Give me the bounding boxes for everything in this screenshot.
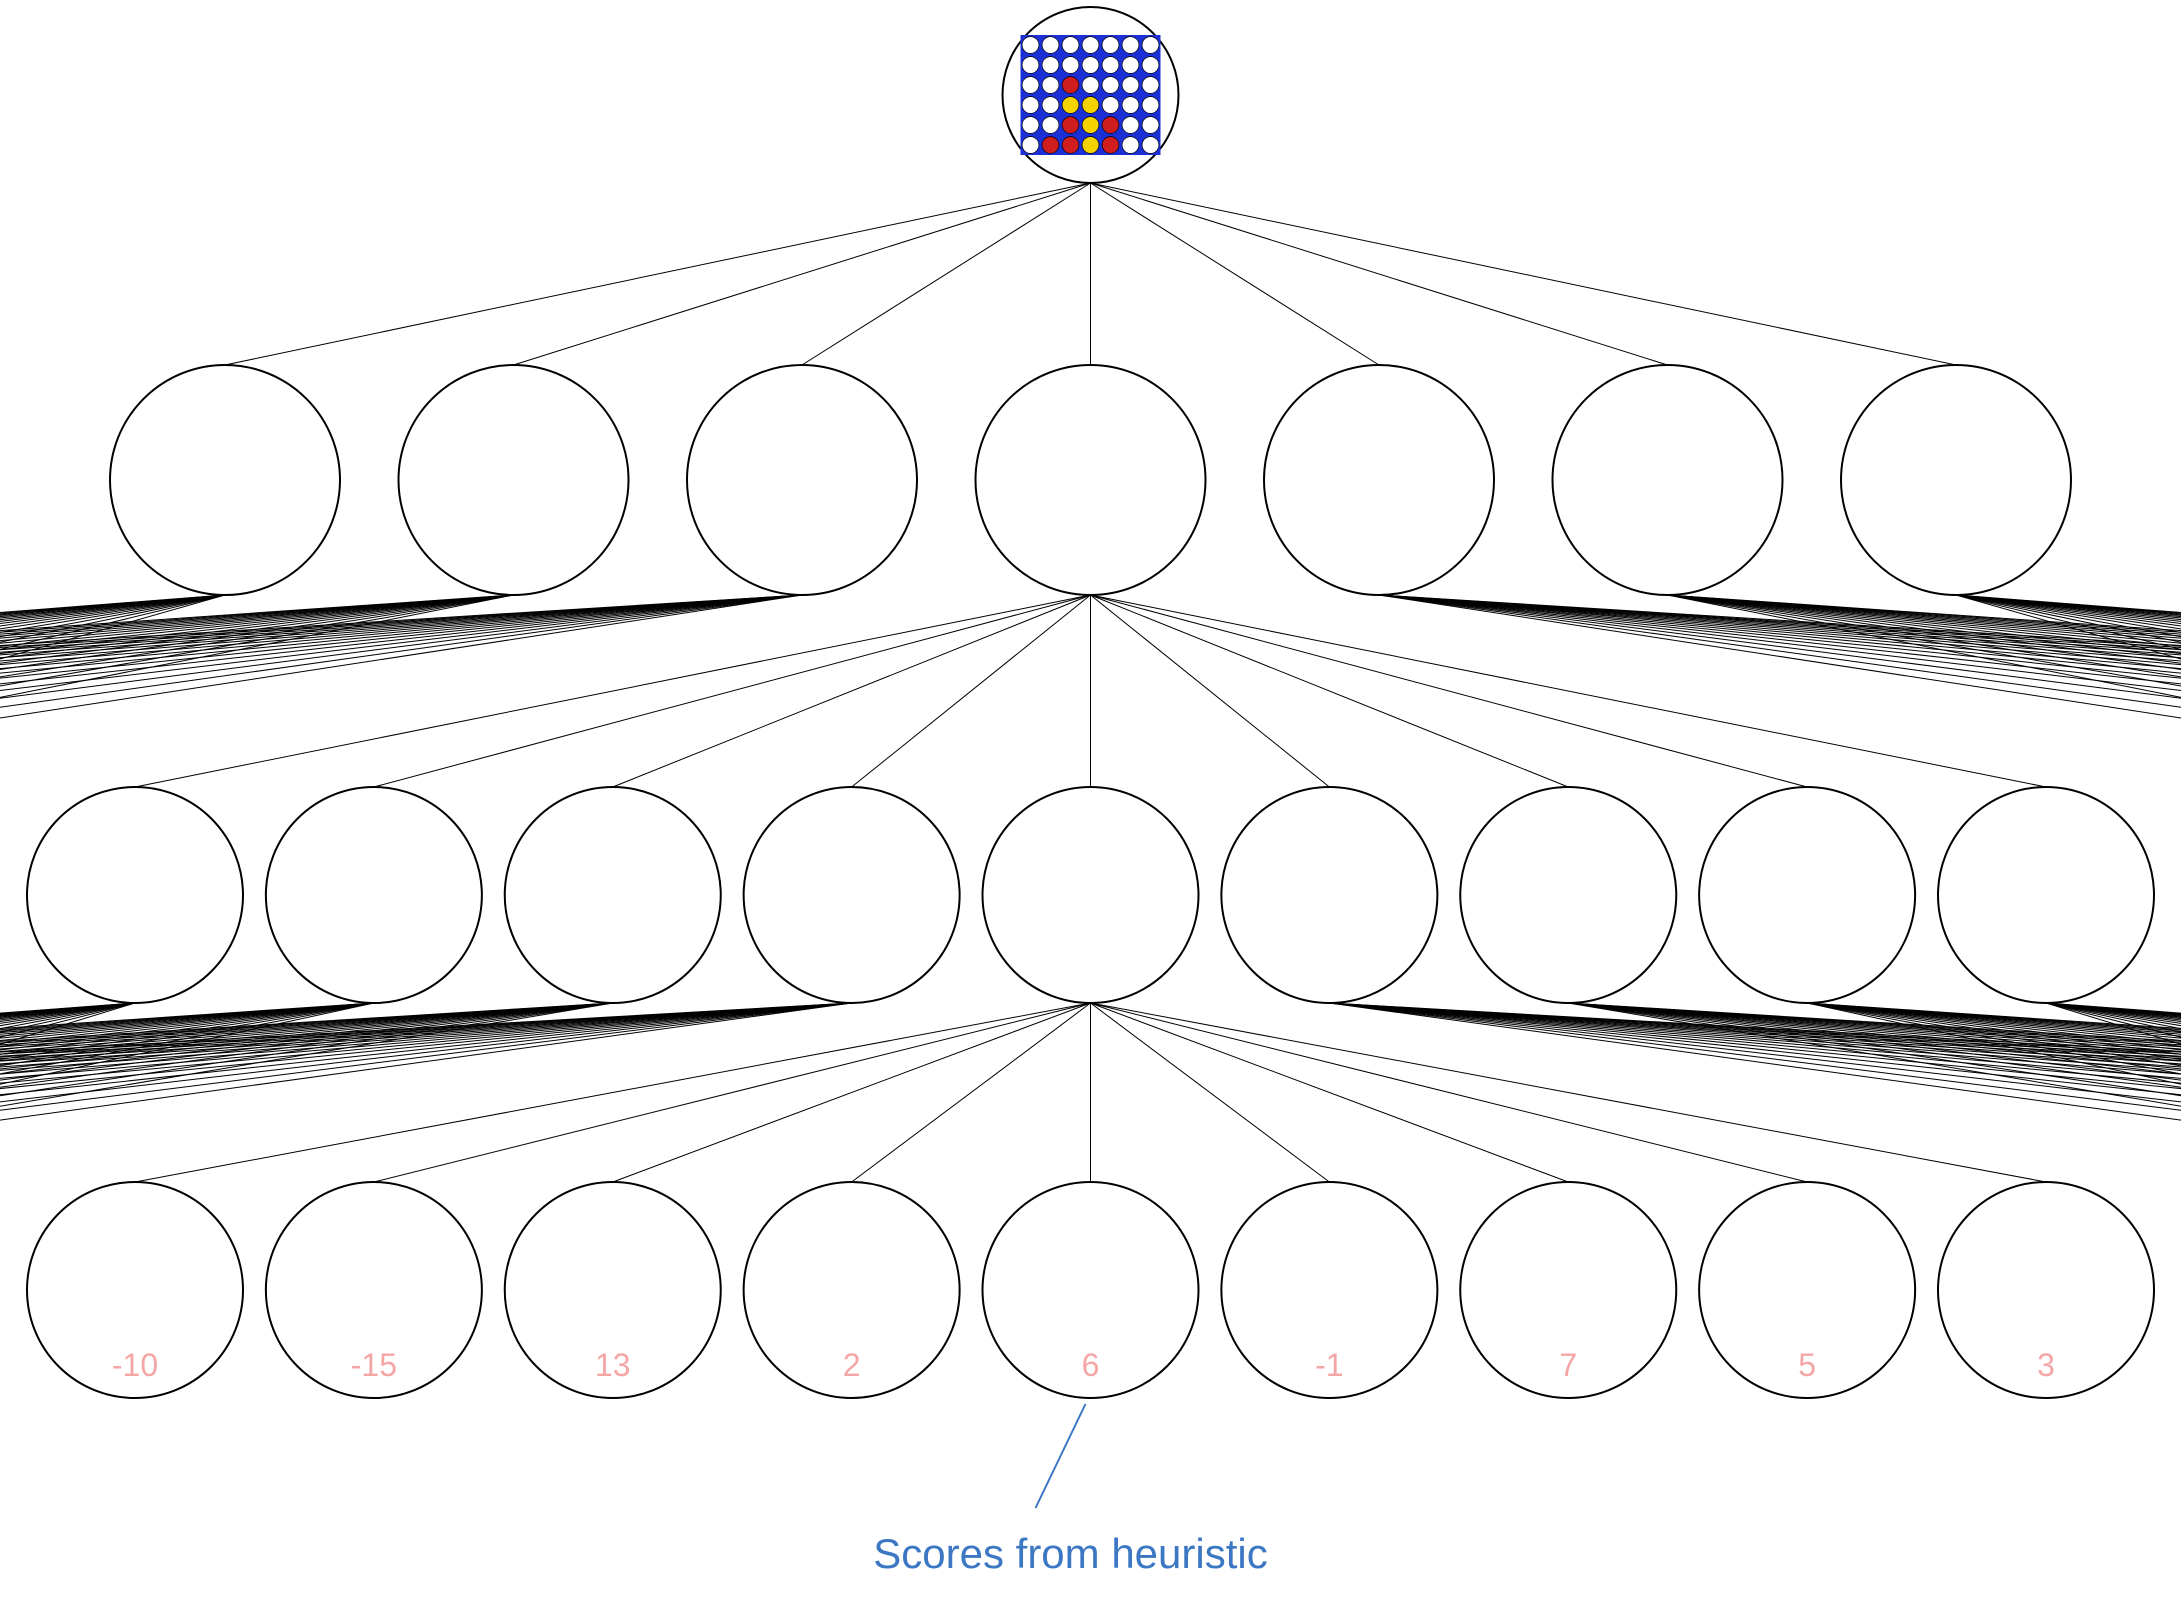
ply2-node: [1699, 787, 1915, 1003]
edge-ply2-ply3: [1091, 1003, 1569, 1182]
board-cell: [1122, 137, 1139, 154]
board-cell: [1042, 37, 1059, 54]
board-cell: [1062, 57, 1079, 74]
edge-ply0-ply1: [514, 183, 1091, 365]
board-cell: [1022, 57, 1039, 74]
ply1-node: [1264, 365, 1494, 595]
edge-ply1-ply2: [852, 595, 1091, 787]
edge-ply2-ply3: [613, 1003, 1091, 1182]
leaf-score: 13: [595, 1347, 631, 1383]
board-cell: [1062, 77, 1079, 94]
ply1-node: [399, 365, 629, 595]
board-cell: [1082, 137, 1099, 154]
edge-ply0-ply1: [1091, 183, 1668, 365]
board-cell: [1142, 37, 1159, 54]
board-cell: [1122, 57, 1139, 74]
ply2-node: [266, 787, 482, 1003]
board-cell: [1142, 77, 1159, 94]
edge-ply0-ply1: [1091, 183, 1957, 365]
board-cell: [1122, 37, 1139, 54]
ply2-node: [744, 787, 960, 1003]
leaf-score: 5: [1798, 1347, 1816, 1383]
edge-ply0-ply1: [1091, 183, 1380, 365]
board-cell: [1022, 77, 1039, 94]
ply2-node: [505, 787, 721, 1003]
edge-ply1-ply2: [1091, 595, 1569, 787]
board-cell: [1022, 117, 1039, 134]
board-cell: [1102, 117, 1119, 134]
ply1-node: [976, 365, 1206, 595]
leaf-score: 7: [1559, 1347, 1577, 1383]
leaf-score: 2: [843, 1347, 861, 1383]
board-cell: [1042, 137, 1059, 154]
edge-ply2-ply3: [1091, 1003, 1330, 1182]
board-cell: [1102, 97, 1119, 114]
board-cell: [1042, 77, 1059, 94]
board-cell: [1042, 97, 1059, 114]
board-cell: [1082, 37, 1099, 54]
board-cell: [1102, 137, 1119, 154]
ply1-node: [1553, 365, 1783, 595]
board-cell: [1062, 117, 1079, 134]
ply1-node: [687, 365, 917, 595]
board-cell: [1022, 97, 1039, 114]
board-cell: [1102, 77, 1119, 94]
edge-ply1-ply2: [1091, 595, 1330, 787]
board-cell: [1102, 37, 1119, 54]
board-cell: [1142, 97, 1159, 114]
ply1-node: [110, 365, 340, 595]
board-cell: [1062, 37, 1079, 54]
edge-ply1-ply2: [613, 595, 1091, 787]
ply2-node: [1938, 787, 2154, 1003]
caption-pointer: [1036, 1404, 1086, 1508]
board-cell: [1082, 57, 1099, 74]
caption: Scores from heuristic: [873, 1530, 1267, 1577]
edge-ply2-ply3: [852, 1003, 1091, 1182]
leaf-score: -1: [1315, 1347, 1343, 1383]
board-cell: [1142, 117, 1159, 134]
leaf-score: -10: [112, 1347, 158, 1383]
board-cell: [1102, 57, 1119, 74]
board-cell: [1122, 117, 1139, 134]
edge-ply1-ply2: [374, 595, 1091, 787]
board-cell: [1122, 77, 1139, 94]
board-cell: [1042, 117, 1059, 134]
edge-ply0-ply1: [802, 183, 1091, 365]
edge-ply1-ply2: [1091, 595, 1808, 787]
ply2-node: [1460, 787, 1676, 1003]
board-cell: [1062, 137, 1079, 154]
board-cell: [1082, 117, 1099, 134]
ply2-node: [1221, 787, 1437, 1003]
board-cell: [1022, 137, 1039, 154]
board-cell: [1062, 97, 1079, 114]
leaf-score: 6: [1082, 1347, 1100, 1383]
board-cell: [1082, 77, 1099, 94]
board-cell: [1082, 97, 1099, 114]
board-cell: [1022, 37, 1039, 54]
ply2-node: [27, 787, 243, 1003]
board-cell: [1142, 57, 1159, 74]
board-cell: [1122, 97, 1139, 114]
board-cell: [1042, 57, 1059, 74]
leaf-score: 3: [2037, 1347, 2055, 1383]
edge-ply0-ply1: [225, 183, 1091, 365]
leaf-score: -15: [351, 1347, 397, 1383]
board-cell: [1142, 137, 1159, 154]
ply1-node: [1841, 365, 2071, 595]
ply2-node: [983, 787, 1199, 1003]
